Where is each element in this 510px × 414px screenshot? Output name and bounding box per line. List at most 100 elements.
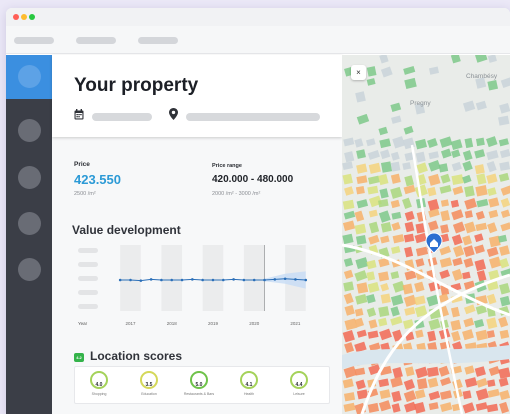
map-block <box>427 186 437 197</box>
map-block <box>488 209 499 219</box>
map-block <box>498 377 509 387</box>
map-block <box>450 319 462 331</box>
score-leisure[interactable]: 4.4 Leisure <box>279 371 319 403</box>
page-title: Your property <box>74 75 199 96</box>
map-block <box>476 377 488 388</box>
map-block <box>440 173 451 184</box>
value-point <box>294 278 297 281</box>
map-block <box>415 246 429 257</box>
score-shopping[interactable]: 4.0 Shopping <box>79 371 119 403</box>
map-block <box>415 258 425 267</box>
price-range-per-m2: 2000 /m² - 3000 /m² <box>212 191 261 197</box>
map-block <box>500 77 510 88</box>
map-block <box>475 210 485 220</box>
map-block <box>474 366 486 377</box>
value-point <box>304 278 308 282</box>
top-toolbar <box>6 26 510 54</box>
map-canvas[interactable] <box>342 55 510 414</box>
score-health[interactable]: 4.1 Health <box>229 371 269 403</box>
address-placeholder <box>186 113 320 121</box>
close-window-dot[interactable] <box>13 14 19 20</box>
map-block <box>428 318 441 331</box>
map-block <box>464 210 473 219</box>
map-block <box>428 173 441 186</box>
map-block <box>428 402 439 411</box>
map-block <box>451 330 461 342</box>
map-block <box>427 220 439 231</box>
map-block <box>451 161 462 172</box>
map-block <box>498 138 509 147</box>
map-block <box>500 197 510 208</box>
x-tick-label: 2017 <box>125 321 136 326</box>
score-value: 4.1 <box>245 382 253 388</box>
map-block <box>487 187 497 197</box>
score-value: 4.4 <box>295 382 303 388</box>
map-block <box>487 388 500 398</box>
map-block <box>499 329 510 339</box>
maximize-window-dot[interactable] <box>29 14 35 20</box>
map-block <box>356 175 368 185</box>
map-block <box>428 208 440 218</box>
map-block <box>390 376 403 388</box>
map-block <box>487 55 497 63</box>
map-close-button[interactable]: × <box>351 65 366 80</box>
map-block <box>342 173 353 185</box>
map-block <box>439 269 451 280</box>
map-block <box>463 317 475 328</box>
map-block <box>415 329 424 339</box>
price-range-label: Price range <box>212 163 242 169</box>
map-block <box>343 257 354 267</box>
score-ring: 3.5 <box>140 371 158 389</box>
sidebar-item[interactable] <box>18 119 41 142</box>
map-block <box>380 293 391 304</box>
map-view[interactable]: × Chambésy Pregny <box>342 55 510 414</box>
map-block <box>368 319 378 329</box>
year-band <box>120 245 141 311</box>
map-block <box>390 199 401 209</box>
title-bar <box>6 8 510 26</box>
map-block <box>474 318 485 328</box>
value-point <box>263 278 266 282</box>
map-block <box>390 161 401 172</box>
score-education[interactable]: 3.5 Education <box>129 371 169 403</box>
map-block <box>486 136 498 148</box>
sidebar-item[interactable] <box>18 166 41 189</box>
map-block <box>487 80 499 91</box>
map-block <box>499 295 510 307</box>
minimize-window-dot[interactable] <box>21 14 27 20</box>
map-block <box>487 222 498 234</box>
toolbar-item-placeholder[interactable] <box>138 37 178 44</box>
price-label: Price <box>74 161 90 168</box>
map-block <box>414 401 426 414</box>
y-label-placeholder <box>78 304 98 309</box>
map-block <box>463 257 474 268</box>
map-block <box>391 246 401 254</box>
map-block <box>452 185 464 196</box>
map-block <box>403 294 417 307</box>
map-block <box>464 377 478 388</box>
map-river <box>342 345 510 369</box>
sidebar-item-active[interactable] <box>6 55 52 99</box>
toolbar-item-placeholder[interactable] <box>76 37 116 44</box>
map-block <box>462 160 473 172</box>
map-block <box>486 150 499 161</box>
map-block <box>487 379 496 388</box>
map-block <box>440 210 451 222</box>
toolbar-item-placeholder[interactable] <box>14 37 54 44</box>
score-restaurants-bars[interactable]: 5.0 Restaurants & Bars <box>179 371 219 403</box>
map-block <box>462 390 472 400</box>
map-block <box>391 403 401 413</box>
value-point <box>191 278 194 281</box>
map-block <box>404 306 416 316</box>
map-block <box>343 137 355 147</box>
map-block <box>500 209 510 219</box>
sidebar-item[interactable] <box>18 258 41 281</box>
score-ring: 4.1 <box>240 371 258 389</box>
map-block <box>403 390 417 403</box>
map-block <box>498 172 510 182</box>
map-block <box>402 162 411 170</box>
map-block <box>367 150 380 160</box>
sidebar-item[interactable] <box>18 212 41 235</box>
map-block <box>343 402 356 413</box>
date-placeholder <box>92 113 152 121</box>
